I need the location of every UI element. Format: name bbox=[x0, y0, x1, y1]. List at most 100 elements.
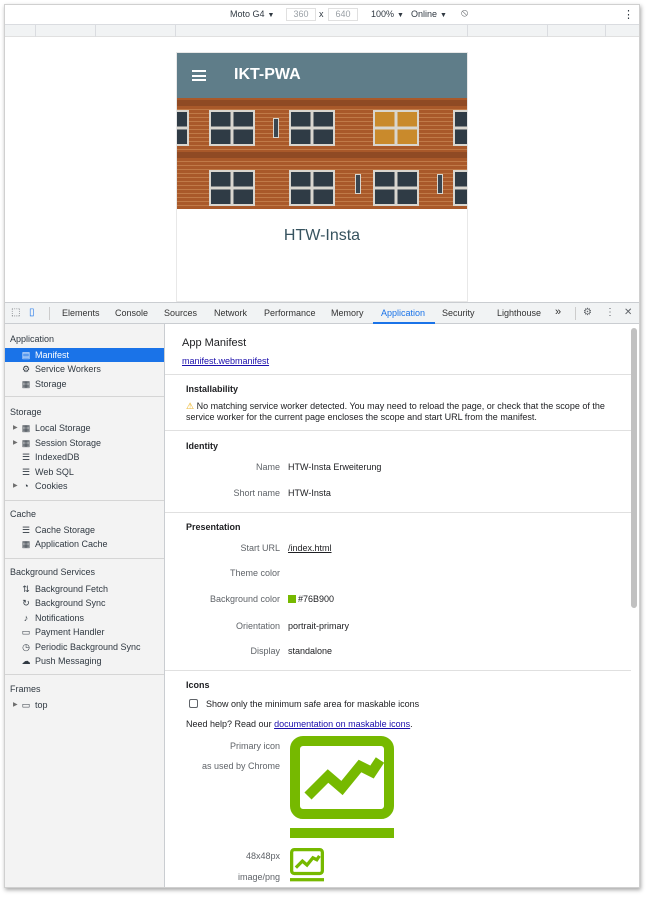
tab-performance[interactable]: Performance bbox=[264, 308, 316, 318]
name-label: Name bbox=[255, 462, 280, 472]
section-background-services: Background Services bbox=[10, 567, 96, 577]
network-select[interactable]: Online ▼ bbox=[411, 9, 447, 19]
manifest-link[interactable]: manifest.webmanifest bbox=[182, 356, 269, 366]
sidebar-item-frame-top[interactable]: ▶ ▭ top bbox=[5, 698, 164, 712]
sidebar-item-cache-storage[interactable]: ☰ Cache Storage bbox=[5, 523, 164, 537]
grid-icon: ▦ bbox=[21, 438, 31, 448]
sidebar-item-manifest[interactable]: ▤ Manifest bbox=[5, 348, 164, 362]
sidebar-item-storage[interactable]: ▦ Storage bbox=[5, 377, 164, 391]
panel-title: App Manifest bbox=[182, 337, 247, 349]
height-input[interactable]: 640 bbox=[328, 8, 358, 21]
sidebar-item-periodic-background-sync[interactable]: ◷ Periodic Background Sync bbox=[5, 640, 164, 654]
tab-console[interactable]: Console bbox=[115, 308, 148, 318]
small-icon-size: 48x48px bbox=[245, 851, 280, 861]
start-url-label: Start URL bbox=[240, 543, 280, 553]
tab-security[interactable]: Security bbox=[442, 308, 475, 318]
swap-arrows-icon: ⇅ bbox=[22, 584, 30, 594]
caret-down-icon: ▼ bbox=[397, 12, 404, 19]
more-tabs-icon[interactable]: » bbox=[555, 306, 561, 318]
zoom-select[interactable]: 100% ▼ bbox=[371, 9, 404, 19]
background-color-label: Background color bbox=[209, 594, 280, 604]
network-value: Online bbox=[411, 9, 438, 19]
inspect-element-icon[interactable]: ⬚ bbox=[11, 307, 20, 318]
tab-lighthouse[interactable]: Lighthouse bbox=[497, 308, 541, 318]
devtools-menu-icon[interactable]: ⋮ bbox=[605, 307, 615, 318]
sidebar-item-cookies[interactable]: ▶ ◔ Cookies bbox=[5, 479, 164, 493]
sidebar-item-notifications[interactable]: ♪ Notifications bbox=[5, 611, 164, 625]
scrollbar[interactable] bbox=[631, 328, 637, 608]
grid-icon: ▦ bbox=[21, 539, 31, 549]
sidebar-item-local-storage[interactable]: ▶ ▦ Local Storage bbox=[5, 421, 164, 435]
section-storage: Storage bbox=[10, 407, 42, 417]
menu-icon[interactable] bbox=[192, 70, 206, 81]
name-value: HTW-Insta Erweiterung bbox=[288, 462, 382, 472]
sidebar-item-indexeddb[interactable]: ☰ IndexedDB bbox=[5, 450, 164, 464]
manifest-panel: App Manifest manifest.webmanifest Instal… bbox=[165, 324, 639, 887]
tab-elements[interactable]: Elements bbox=[62, 308, 100, 318]
media-query-ruler bbox=[5, 25, 639, 37]
more-options-icon[interactable]: ⋮ bbox=[623, 8, 634, 21]
database-icon: ☰ bbox=[21, 452, 31, 462]
icons-heading: Icons bbox=[186, 680, 210, 690]
page-heading: HTW-Insta bbox=[283, 227, 361, 244]
database-icon: ☰ bbox=[21, 525, 31, 535]
sidebar-item-service-workers[interactable]: ⚙ Service Workers bbox=[5, 362, 164, 376]
tab-memory[interactable]: Memory bbox=[331, 308, 364, 318]
tab-application[interactable]: Application bbox=[381, 308, 425, 318]
emulated-viewport: IKT-PWA HTW-Insta bbox=[5, 38, 639, 302]
short-name-label: Short name bbox=[233, 488, 280, 498]
maskable-help: Need help? Read our documentation on mas… bbox=[186, 719, 413, 729]
color-swatch bbox=[288, 595, 296, 603]
sidebar-item-background-fetch[interactable]: ⇅ Background Fetch bbox=[5, 582, 164, 596]
sidebar-item-application-cache[interactable]: ▦ Application Cache bbox=[5, 537, 164, 551]
maskable-checkbox[interactable] bbox=[189, 699, 198, 708]
expand-arrow-icon[interactable]: ▶ bbox=[13, 479, 18, 493]
section-frames: Frames bbox=[10, 684, 41, 694]
expand-arrow-icon[interactable]: ▶ bbox=[13, 421, 18, 435]
grid-icon: ▦ bbox=[21, 423, 31, 433]
cloud-icon: ☁ bbox=[21, 656, 31, 666]
sidebar-item-payment-handler[interactable]: ▭ Payment Handler bbox=[5, 625, 164, 639]
close-icon[interactable]: ✕ bbox=[624, 307, 632, 318]
expand-arrow-icon[interactable]: ▶ bbox=[13, 436, 18, 450]
chart-icon-small bbox=[290, 848, 324, 882]
application-sidebar: Application ▤ Manifest ⚙ Service Workers ▦… bbox=[5, 324, 165, 887]
database-icon: ☰ bbox=[21, 467, 31, 477]
background-color-value: #76B900 bbox=[288, 594, 334, 604]
card-icon: ▭ bbox=[21, 627, 31, 637]
device-toggle-icon[interactable]: ▯ bbox=[29, 307, 35, 318]
orientation-label: Orientation bbox=[235, 621, 280, 631]
presentation-heading: Presentation bbox=[186, 522, 241, 532]
device-select[interactable]: Moto G4 ▼ bbox=[230, 9, 274, 19]
database-icon: ▦ bbox=[21, 379, 31, 389]
maskable-docs-link[interactable]: documentation on maskable icons bbox=[274, 719, 410, 729]
cookie-icon: ◔ bbox=[23, 481, 29, 491]
orientation-value: portrait-primary bbox=[288, 621, 350, 631]
tab-sources[interactable]: Sources bbox=[164, 308, 197, 318]
hero-image bbox=[177, 98, 467, 209]
primary-icon-sublabel: as used by Chrome bbox=[201, 761, 280, 771]
expand-arrow-icon[interactable]: ▶ bbox=[13, 698, 18, 712]
display-value: standalone bbox=[288, 646, 333, 656]
devtools-tabbar: ⬚ ▯ Elements Console Sources Network Per… bbox=[5, 302, 639, 324]
display-label: Display bbox=[250, 646, 280, 656]
tab-network[interactable]: Network bbox=[214, 308, 247, 318]
dimension-separator: x bbox=[319, 9, 324, 19]
sidebar-item-push-messaging[interactable]: ☁ Push Messaging bbox=[5, 654, 164, 668]
sync-icon: ↻ bbox=[22, 598, 30, 608]
section-application: Application bbox=[10, 334, 55, 344]
zoom-value: 100% bbox=[371, 9, 395, 19]
theme-color-label: Theme color bbox=[229, 568, 280, 578]
sidebar-item-web-sql[interactable]: ☰ Web SQL bbox=[5, 465, 164, 479]
sidebar-item-background-sync[interactable]: ↻ Background Sync bbox=[5, 596, 164, 610]
identity-heading: Identity bbox=[186, 441, 219, 451]
short-name-value: HTW-Insta bbox=[288, 488, 331, 498]
width-input[interactable]: 360 bbox=[286, 8, 316, 21]
settings-icon[interactable]: ⚙ bbox=[583, 307, 592, 318]
device-toolbar: Moto G4 ▼ 360 x 640 100% ▼ Online ▼ ⦸ ⋮ bbox=[5, 5, 639, 25]
start-url-link[interactable]: /index.html bbox=[288, 543, 332, 553]
pwa-page: IKT-PWA HTW-Insta bbox=[176, 52, 468, 302]
rotate-icon[interactable]: ⦸ bbox=[461, 7, 468, 20]
sidebar-item-session-storage[interactable]: ▶ ▦ Session Storage bbox=[5, 436, 164, 450]
primary-icon-label: Primary icon bbox=[229, 741, 280, 751]
